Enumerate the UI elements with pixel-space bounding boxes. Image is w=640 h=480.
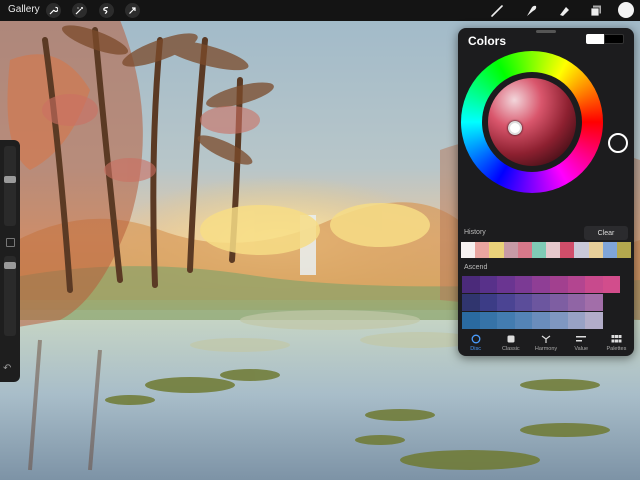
tab-label: Harmony	[534, 346, 558, 352]
history-swatches	[461, 242, 632, 258]
palette-swatch[interactable]	[479, 294, 498, 311]
palette-swatch[interactable]	[585, 312, 603, 329]
brush-size-slider[interactable]	[4, 146, 16, 226]
palette-swatch[interactable]	[497, 294, 515, 311]
palette-swatch[interactable]	[602, 276, 621, 293]
history-swatch[interactable]	[560, 242, 575, 258]
palette-name: Ascend	[464, 264, 488, 271]
hue-handle[interactable]	[608, 133, 628, 153]
palette-swatch[interactable]	[532, 312, 550, 329]
palette-swatch[interactable]	[479, 312, 498, 329]
history-swatch[interactable]	[531, 242, 547, 258]
history-swatch[interactable]	[517, 242, 532, 258]
smudge-icon[interactable]	[522, 2, 540, 19]
tab-label: Value	[574, 346, 589, 352]
history-swatch[interactable]	[461, 242, 476, 258]
history-label: History	[464, 229, 486, 236]
palette-swatch[interactable]	[514, 276, 533, 293]
tab-label: Classic	[501, 346, 520, 352]
layers-icon[interactable]	[587, 2, 605, 19]
tab-label: Disc	[470, 346, 481, 352]
brush-size-handle[interactable]	[4, 176, 16, 183]
palette-swatch[interactable]	[462, 294, 480, 311]
palette-swatch[interactable]	[585, 276, 603, 293]
history-swatch[interactable]	[489, 242, 504, 258]
palette-swatch[interactable]	[462, 276, 480, 293]
palette-swatch[interactable]	[550, 294, 568, 311]
opacity-slider[interactable]	[4, 256, 16, 336]
eraser-icon[interactable]	[555, 2, 573, 19]
undo-icon[interactable]: ↶	[3, 363, 11, 374]
selection-icon[interactable]	[99, 3, 114, 18]
history-swatch[interactable]	[574, 242, 589, 258]
saturation-brightness-handle[interactable]	[508, 121, 522, 135]
colors-panel: Colors History Clear Ascend Disc Classic	[458, 28, 634, 356]
classic-icon	[506, 333, 516, 344]
tab-disc[interactable]: Disc	[458, 331, 493, 356]
tab-label: Palettes	[606, 346, 627, 352]
modify-button[interactable]	[6, 238, 15, 247]
palette-swatch[interactable]	[497, 312, 515, 329]
palette-swatch[interactable]	[567, 312, 586, 329]
brush-icon[interactable]	[488, 2, 506, 19]
tab-value[interactable]: Value	[564, 331, 599, 356]
opacity-handle[interactable]	[4, 262, 16, 269]
palette-swatch[interactable]	[462, 312, 480, 329]
left-sidebar: ↶	[0, 140, 20, 382]
tab-harmony[interactable]: Harmony	[528, 331, 563, 356]
history-swatch[interactable]	[503, 242, 518, 258]
palette-swatch[interactable]	[479, 276, 498, 293]
palette-swatch[interactable]	[514, 294, 533, 311]
palette-swatch[interactable]	[567, 276, 586, 293]
palette-swatch[interactable]	[550, 276, 568, 293]
adjustments-wand-icon[interactable]	[72, 3, 87, 18]
palette-swatch[interactable]	[532, 294, 550, 311]
secondary-color-swatch[interactable]	[604, 34, 624, 44]
panel-title: Colors	[468, 34, 507, 48]
tab-classic[interactable]: Classic	[493, 331, 528, 356]
history-swatch[interactable]	[588, 242, 603, 258]
history-swatch[interactable]	[616, 242, 632, 258]
palette-swatch[interactable]	[585, 294, 603, 311]
primary-color-swatch[interactable]	[586, 34, 604, 44]
palettes-icon	[611, 333, 622, 344]
harmony-icon	[541, 333, 551, 344]
panel-grabber[interactable]	[536, 30, 556, 33]
transform-arrow-icon[interactable]	[125, 3, 140, 18]
palette-swatch[interactable]	[532, 276, 550, 293]
palette-grid	[462, 276, 632, 329]
tab-palettes[interactable]: Palettes	[599, 331, 634, 356]
color-mode-tabs: Disc Classic Harmony Value Palettes	[458, 331, 634, 356]
palette-swatch[interactable]	[567, 294, 586, 311]
color-swatch-button[interactable]	[618, 2, 634, 18]
top-toolbar: Gallery	[0, 0, 640, 21]
palette-swatch[interactable]	[514, 312, 533, 329]
wrench-icon[interactable]	[46, 3, 61, 18]
saturation-brightness-disc[interactable]	[488, 78, 576, 166]
value-icon	[575, 333, 587, 344]
palette-swatch[interactable]	[550, 312, 568, 329]
history-swatch[interactable]	[602, 242, 617, 258]
disc-icon	[471, 333, 481, 344]
hue-ring[interactable]	[461, 51, 603, 193]
clear-history-button[interactable]: Clear	[584, 226, 628, 240]
history-swatch[interactable]	[475, 242, 490, 258]
palette-swatch[interactable]	[497, 276, 515, 293]
gallery-button[interactable]: Gallery	[8, 4, 40, 15]
history-swatch[interactable]	[546, 242, 561, 258]
